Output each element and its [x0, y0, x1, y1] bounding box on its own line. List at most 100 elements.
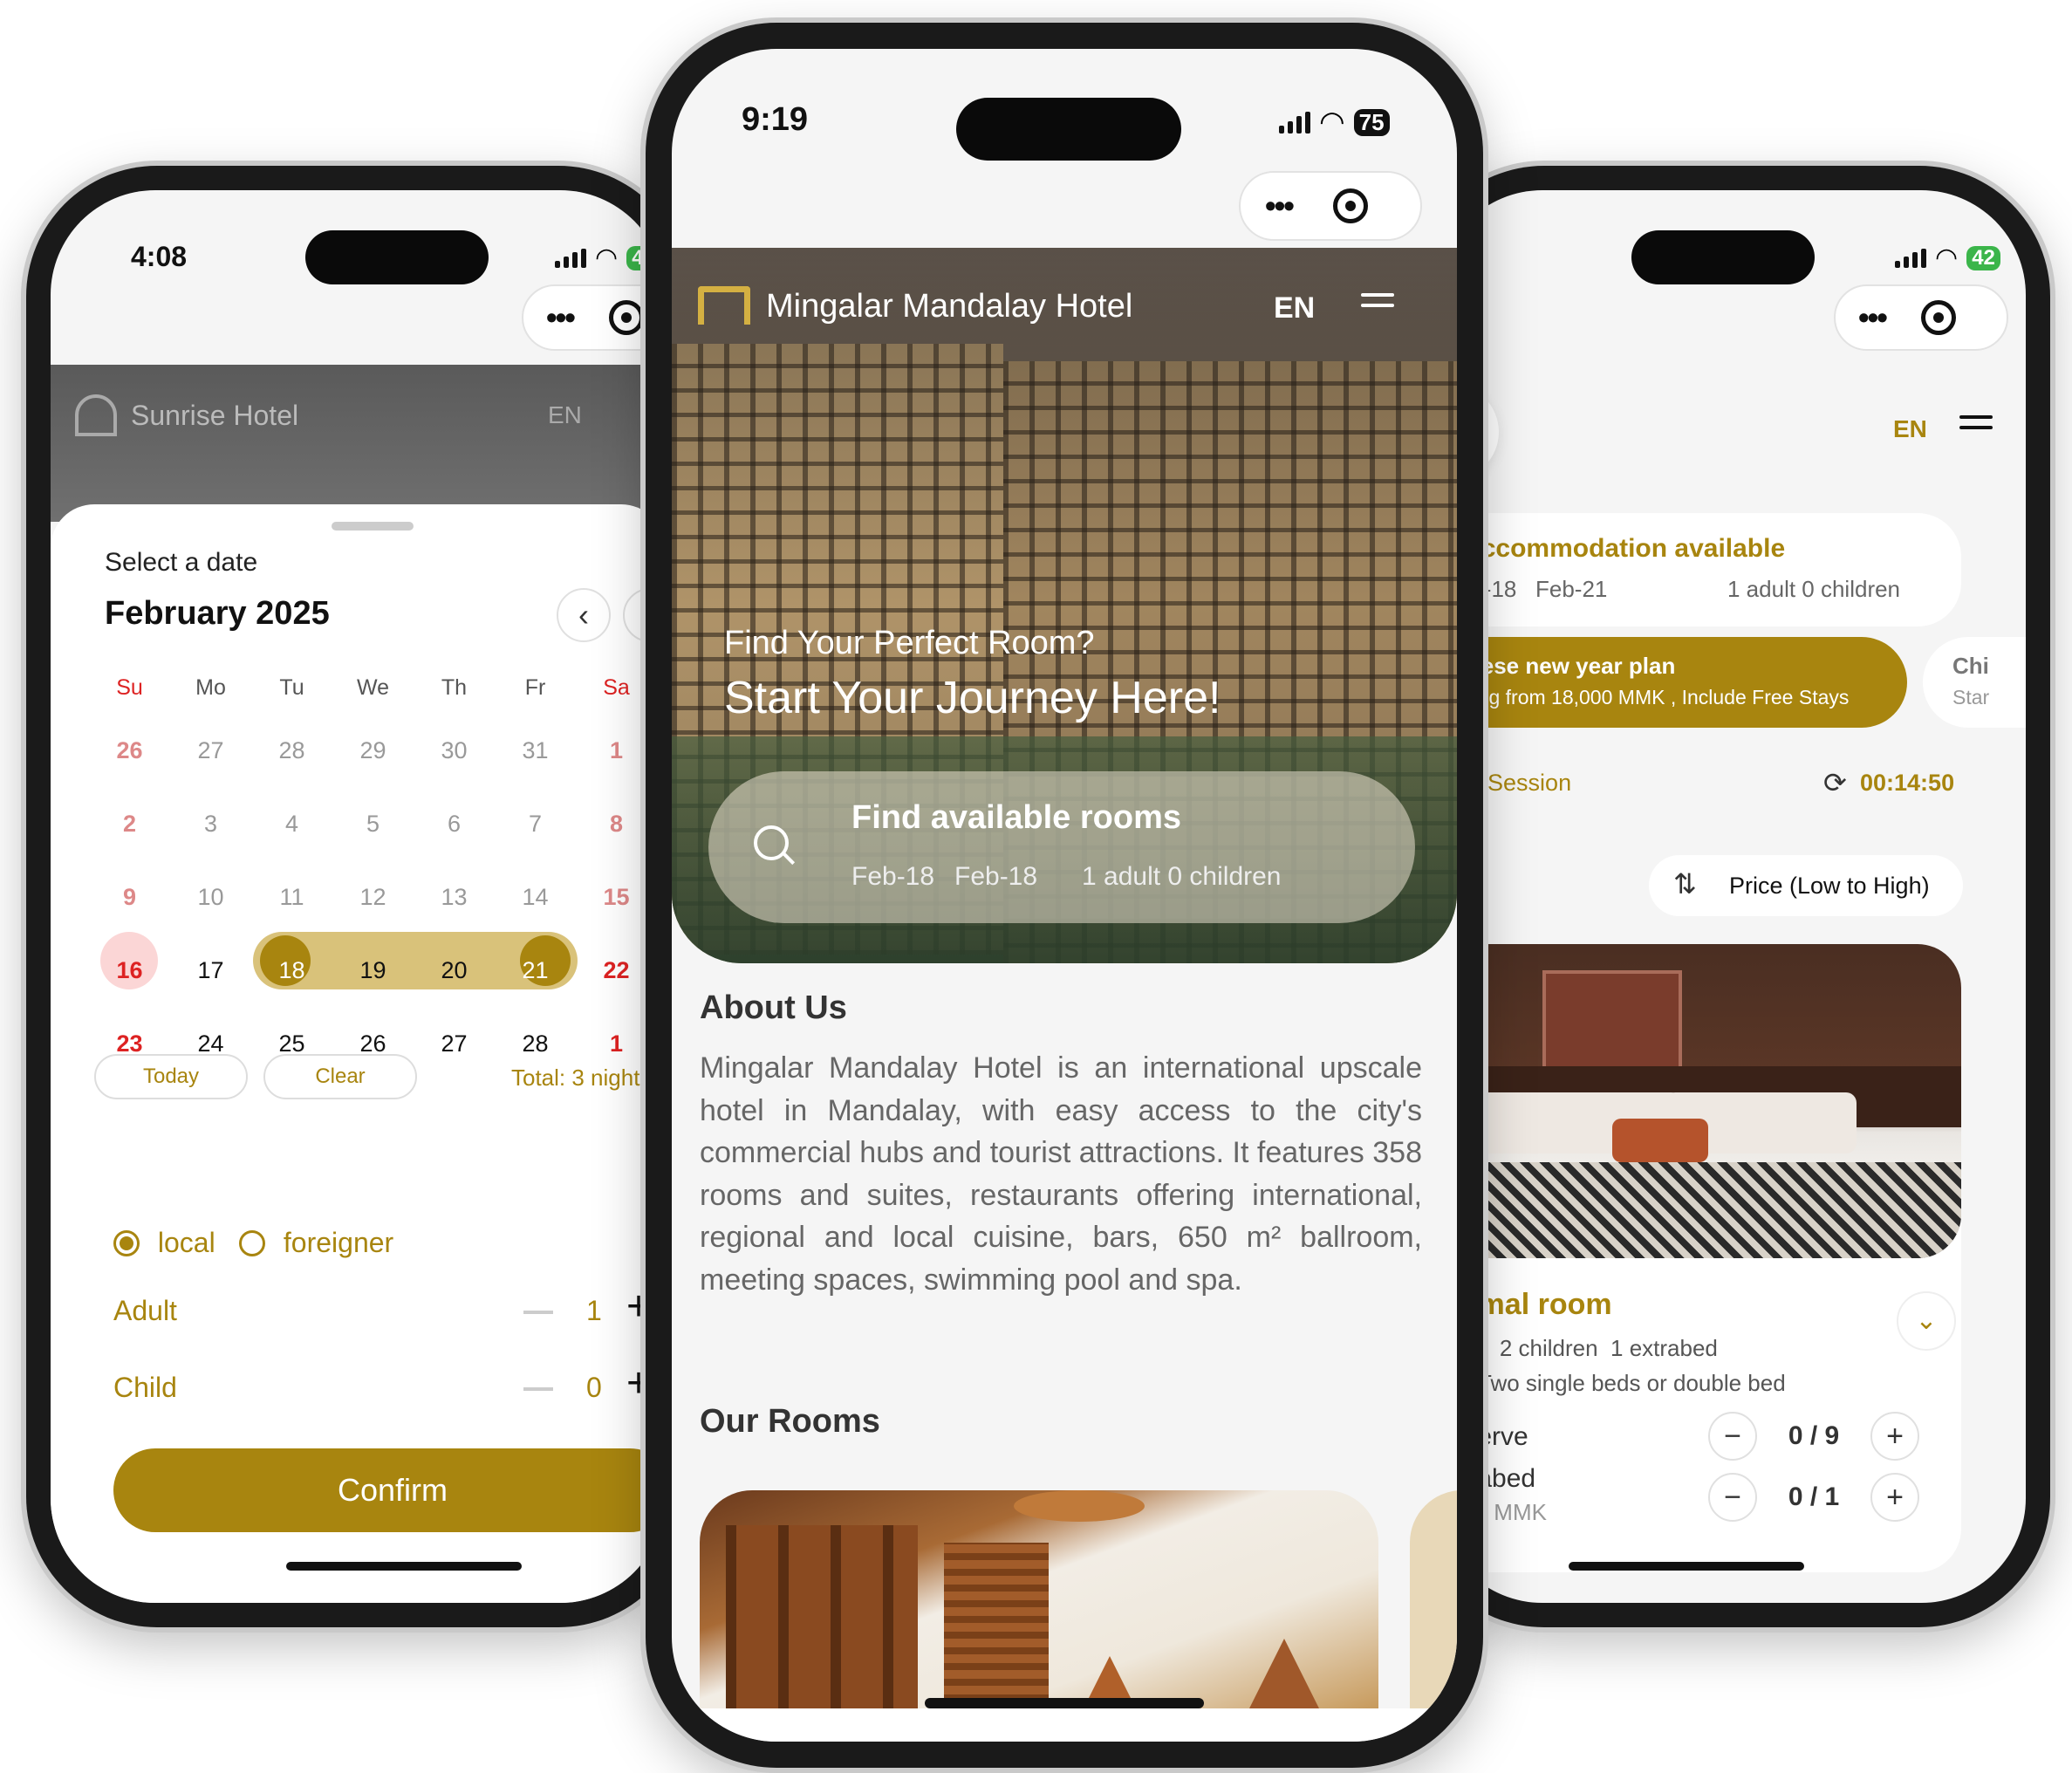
sort-button[interactable]: ⇅ Price (Low to High)	[1649, 855, 1963, 916]
weekday-label: Fr	[524, 675, 546, 700]
calendar-day[interactable]: 5	[332, 787, 414, 860]
sort-label: Price (Low to High)	[1729, 873, 1930, 899]
calendar-day[interactable]: 30	[414, 714, 495, 787]
plan-card-active[interactable]: Chinese new year plan Starting from 18,0…	[1438, 637, 1907, 728]
calendar-day[interactable]: 14	[495, 860, 576, 934]
prev-month-button[interactable]: ‹	[557, 588, 611, 642]
calendar-day[interactable]: 3	[170, 787, 251, 860]
hero-title: Start Your Journey Here!	[724, 673, 1221, 723]
hotel-logo-icon	[698, 286, 750, 325]
room-thumbnail-next[interactable]	[1410, 1490, 1457, 1708]
calendar-day[interactable]: 12	[332, 860, 414, 934]
expand-room-button[interactable]: ⌄	[1897, 1291, 1956, 1351]
signal-icon	[1279, 111, 1310, 133]
calendar-day[interactable]: 6	[414, 787, 495, 860]
extrabed-decrement[interactable]: −	[1708, 1473, 1757, 1522]
more-icon[interactable]: •••	[1858, 299, 1888, 336]
weekday-label: Tu	[279, 675, 304, 700]
calendar-day[interactable]: 29	[332, 714, 414, 787]
language-toggle[interactable]: EN	[1274, 291, 1315, 325]
calendar-day-checkin[interactable]: 18	[251, 934, 332, 1007]
session-timer: 00:14:50	[1860, 770, 1955, 796]
close-target-icon[interactable]	[1332, 188, 1368, 223]
adult-value: 1	[586, 1295, 602, 1326]
radio-foreigner-label: foreigner	[283, 1227, 394, 1259]
availability-guests: 1 adult 0 children	[1727, 576, 1901, 602]
extrabed-increment[interactable]: +	[1870, 1473, 1919, 1522]
wifi-icon: ◠	[1319, 106, 1345, 139]
calendar-day-checkout[interactable]: 21	[495, 934, 576, 1007]
calendar-day[interactable]: 27	[414, 1007, 495, 1080]
bottom-bar	[672, 1708, 1457, 1742]
room-photo	[1438, 944, 1961, 1258]
plan-title: Chi	[1952, 653, 1989, 679]
calendar-day[interactable]: 4	[251, 787, 332, 860]
today-button[interactable]: Today	[94, 1054, 248, 1099]
status-time: 9:19	[742, 101, 809, 138]
menu-icon[interactable]	[1959, 408, 1993, 436]
search-title: Find available rooms	[851, 799, 1181, 836]
total-nights: Total: 3 night	[511, 1064, 640, 1091]
search-rooms-box[interactable]: Find available rooms Feb-18 Feb-18 1 adu…	[708, 771, 1415, 923]
more-icon[interactable]: •••	[546, 299, 576, 336]
calendar-day[interactable]: 31	[495, 714, 576, 787]
availability-title: 4 accommodation available	[1445, 534, 1786, 563]
radio-foreigner[interactable]: foreigner	[239, 1225, 393, 1259]
language-toggle[interactable]: EN	[548, 401, 582, 429]
calendar-day[interactable]: 28	[251, 714, 332, 787]
extrabed-stepper: − 0 / 1 +	[1708, 1473, 1919, 1522]
battery-icon: 75	[1353, 108, 1390, 136]
more-icon[interactable]: •••	[1265, 188, 1295, 224]
radio-on-icon	[113, 1229, 140, 1256]
center-phone: 9:19 ◠ 75 ••• Mingalar Mandalay Hotel EN	[646, 23, 1483, 1768]
select-date-label: Select a date	[105, 548, 258, 577]
reserve-decrement[interactable]: −	[1708, 1412, 1757, 1461]
adult-decrement[interactable]	[523, 1311, 553, 1314]
extrabed-value: 0 / 1	[1788, 1482, 1840, 1511]
calendar-day[interactable]: 2	[89, 787, 170, 860]
reserve-increment[interactable]: +	[1870, 1412, 1919, 1461]
center-screen: 9:19 ◠ 75 ••• Mingalar Mandalay Hotel EN	[672, 49, 1457, 1742]
calendar-day[interactable]: 17	[170, 934, 251, 1007]
calendar-day-today[interactable]: 16	[89, 934, 170, 1007]
mini-program-capsule: •••	[1239, 171, 1422, 241]
radio-local-label: local	[157, 1227, 215, 1259]
availability-card: 4 accommodation available Feb-18 Feb-21 …	[1438, 513, 1961, 626]
sheet-handle[interactable]	[332, 522, 414, 531]
showcase-stage: 4:08 ◠ 4 ••• Sunrise Hotel EN Select a d…	[0, 0, 2072, 1773]
plan-subtitle: Star	[1952, 686, 1990, 709]
header-banner: Sunrise Hotel EN	[51, 365, 665, 522]
wifi-icon: ◠	[595, 243, 619, 272]
calendar-day[interactable]: 11	[251, 860, 332, 934]
weekday-label: Su	[116, 675, 143, 700]
plan-card[interactable]: Chi Star	[1923, 637, 2026, 728]
confirm-button[interactable]: Confirm	[113, 1448, 665, 1532]
calendar-day[interactable]: 9	[89, 860, 170, 934]
mini-program-capsule: •••	[522, 284, 665, 351]
room-thumbnail[interactable]	[700, 1490, 1378, 1708]
close-target-icon[interactable]	[608, 300, 644, 335]
calendar-day[interactable]: 13	[414, 860, 495, 934]
calendar-day[interactable]: 10	[170, 860, 251, 934]
child-decrement[interactable]	[523, 1387, 553, 1391]
home-indicator	[1569, 1562, 1804, 1571]
calendar-day-in-range[interactable]: 20	[414, 934, 495, 1007]
about-text: Mingalar Mandalay Hotel is an internatio…	[700, 1051, 1422, 1297]
calendar-day[interactable]: 27	[170, 714, 251, 787]
weekday-label: Th	[441, 675, 468, 700]
close-target-icon[interactable]	[1920, 300, 1956, 335]
radio-local[interactable]: local	[113, 1225, 215, 1259]
calendar-day[interactable]: 26	[89, 714, 170, 787]
date-sheet: Select a date February 2025 ‹ › Su Mo Tu…	[51, 504, 665, 1603]
child-value: 0	[586, 1372, 602, 1403]
month-title: February 2025	[105, 595, 330, 632]
right-phone: 08 ◠ 42 ••• EN 4 accommodation available…	[1413, 166, 2050, 1627]
hero-banner: Mingalar Mandalay Hotel EN Find Your Per…	[672, 248, 1457, 963]
calendar-day-in-range[interactable]: 19	[332, 934, 414, 1007]
menu-icon[interactable]	[1361, 286, 1394, 314]
search-checkout: Feb-18	[954, 862, 1038, 891]
language-toggle[interactable]: EN	[1893, 415, 1927, 443]
about-section: Mingalar Mandalay Hotel is an internatio…	[700, 1047, 1422, 1301]
clear-button[interactable]: Clear	[263, 1054, 417, 1099]
calendar-day[interactable]: 7	[495, 787, 576, 860]
